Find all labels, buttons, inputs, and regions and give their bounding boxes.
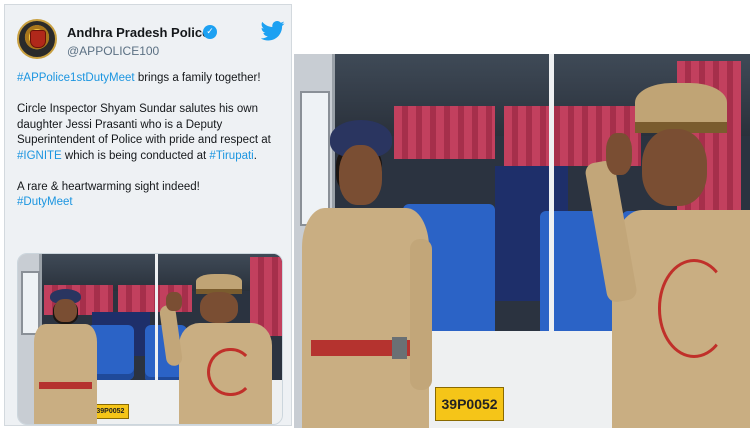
lanyard xyxy=(658,259,731,358)
bus-pillar xyxy=(155,254,158,380)
photo-scene: 39P0052 xyxy=(294,54,750,428)
male-officer-saluting xyxy=(583,76,750,428)
user-handle[interactable]: @APPOLICE100 xyxy=(67,44,159,58)
tweet-text-segment: Circle Inspector Shyam Sundar salutes hi… xyxy=(17,103,271,146)
tweet-text-segment: A rare & heartwarming sight indeed! xyxy=(17,180,200,193)
tweet-header: Andhra Pradesh Police ✓ @APPOLICE100 xyxy=(15,15,285,61)
main-photo: 39P0052 xyxy=(294,54,750,428)
tweet-text-segment: brings a family together! xyxy=(134,72,261,84)
tweet-card[interactable]: Andhra Pradesh Police ✓ @APPOLICE100 #AP… xyxy=(4,4,292,426)
male-officer-saluting xyxy=(159,271,279,424)
hashtag-link[interactable]: #DutyMeet xyxy=(17,196,73,208)
verified-badge-icon: ✓ xyxy=(203,25,217,39)
display-name[interactable]: Andhra Pradesh Police xyxy=(67,25,209,40)
hashtag-link[interactable]: #Tirupati xyxy=(209,150,253,162)
hashtag-link[interactable]: #APPolice1stDutyMeet xyxy=(17,72,135,84)
uniform xyxy=(33,323,98,424)
tweet-paragraph-2: Circle Inspector Shyam Sundar salutes hi… xyxy=(17,102,285,164)
hashtag-link[interactable]: #IGNITE xyxy=(17,150,62,162)
bus-pillar xyxy=(549,54,554,331)
lanyard xyxy=(207,347,254,397)
tweet-text: #APPolice1stDutyMeet brings a family tog… xyxy=(17,71,285,226)
tweet-paragraph-1: #APPolice1stDutyMeet brings a family tog… xyxy=(17,71,285,87)
female-officer xyxy=(299,114,454,428)
twitter-bird-icon[interactable] xyxy=(261,21,285,41)
tweet-text-segment: . xyxy=(253,149,257,162)
tweet-media-photo[interactable]: 39P0052 xyxy=(17,253,283,425)
profile-avatar[interactable] xyxy=(17,19,57,59)
female-officer xyxy=(26,285,105,424)
tweet-text-segment: which is being conducted at xyxy=(61,149,210,162)
tweet-paragraph-3: A rare & heartwarming sight indeed! #Duty… xyxy=(17,180,285,211)
photo-scene: 39P0052 xyxy=(18,254,282,424)
